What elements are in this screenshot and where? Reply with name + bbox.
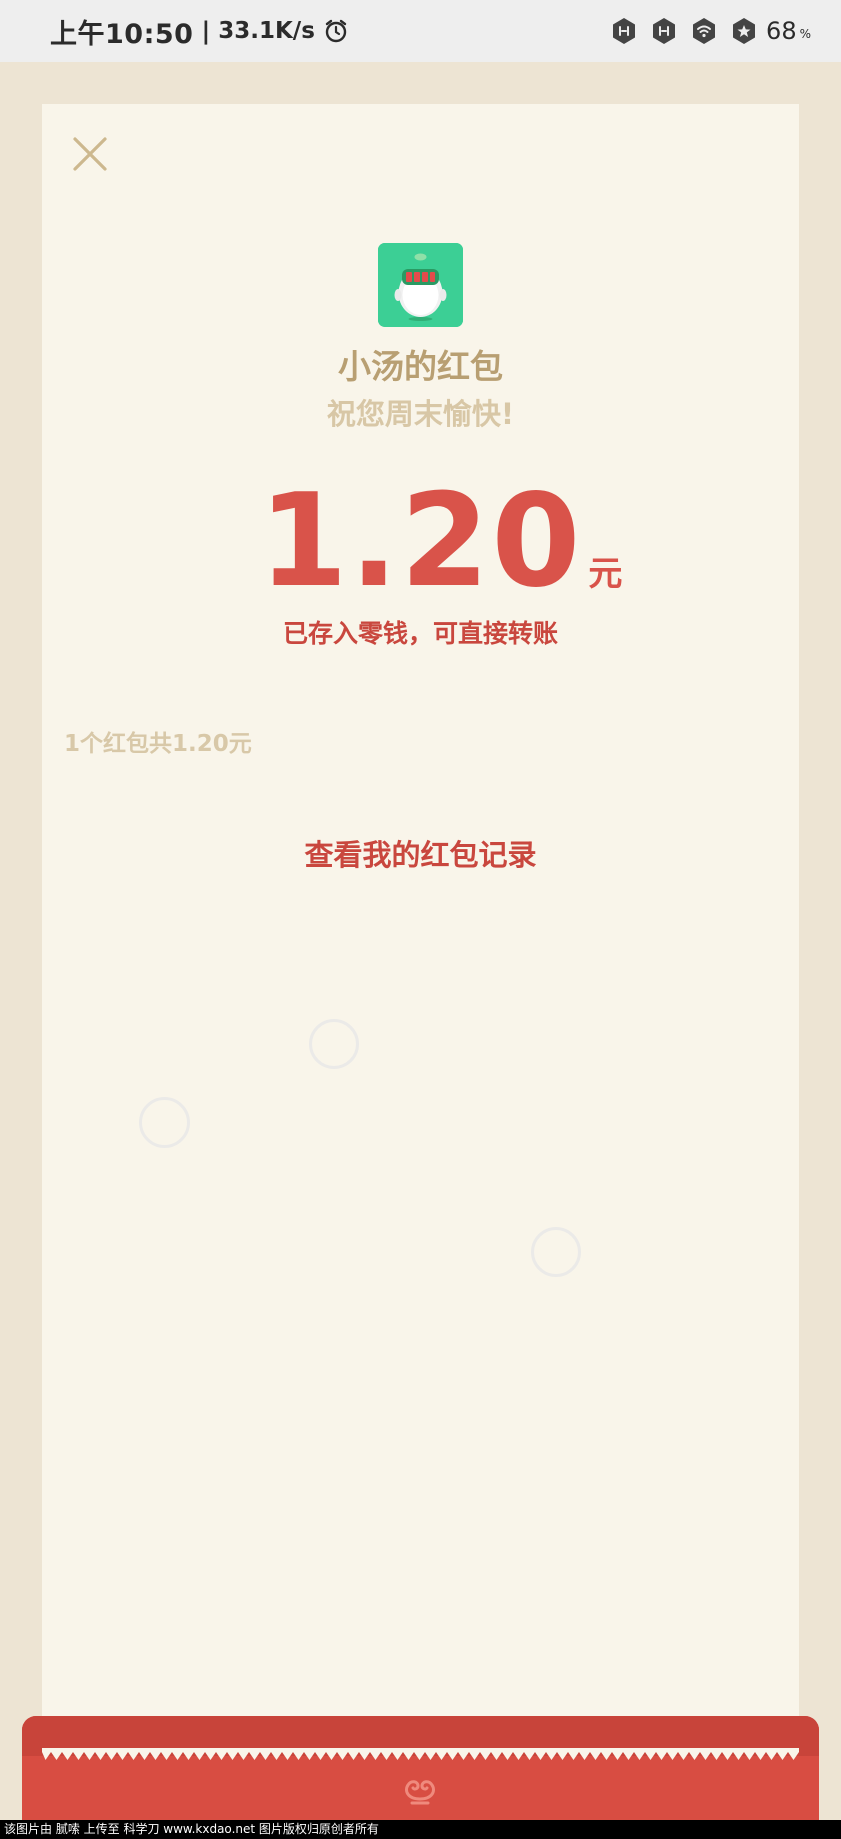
status-bar: 上午10:50 | 33.1K/s 68 % [0,0,841,62]
stored-note: 已存入零钱，可直接转账 [282,619,558,648]
hd-signal-icon [610,17,638,45]
battery-saver-icon [730,17,758,45]
status-time: 上午10:50 [50,18,194,50]
sender-title: 小汤的红包 [338,347,503,386]
decorative-bubble [309,1019,359,1069]
watermark-bar: 该图片由 腻嗦 上传至 科学刀 www.kxdao.net 图片版权归原创者所有 [0,1820,841,1839]
robot-mascot-icon [378,243,463,327]
packet-summary: 1个红包共1.20元 [64,731,252,757]
decorative-bubble [139,1097,190,1148]
greeting-message: 祝您周末愉快! [326,397,515,431]
cloud-emblem-icon [405,1780,435,1805]
network-speed: 33.1K/s [218,18,315,44]
battery-unit: % [799,27,811,41]
zigzag-edge [42,1748,799,1760]
battery-level: 68 [766,17,797,45]
amount-row: 1.20 元 [0,478,841,606]
view-records-link[interactable]: 查看我的红包记录 [0,832,841,874]
status-left: 上午10:50 | 33.1K/s [50,0,349,62]
decorative-bubble [531,1227,581,1277]
status-right: 68 % [598,0,811,62]
status-separator: | [201,17,211,45]
close-button[interactable] [70,134,110,174]
amount-value: 1.20 [258,467,583,616]
hd-signal-icon [650,17,678,45]
alarm-icon [323,18,349,44]
sender-avatar [378,243,463,327]
close-icon [70,137,110,178]
wifi-icon [690,17,718,45]
amount-unit: 元 [588,554,623,594]
